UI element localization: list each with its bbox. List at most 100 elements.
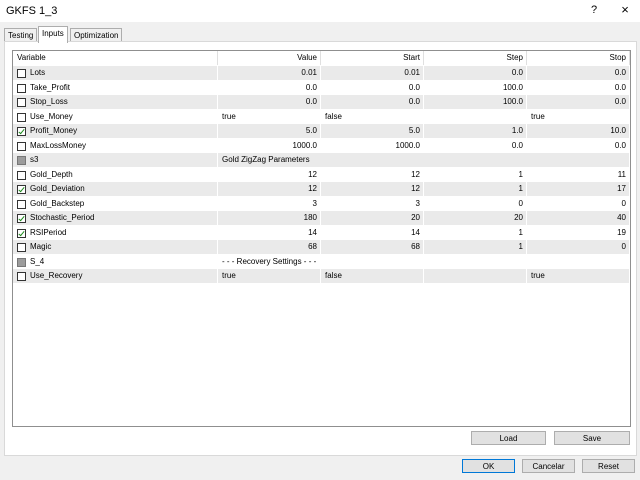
step-cell[interactable]: 100.0	[425, 80, 527, 95]
stop-cell[interactable]: 0.0	[528, 66, 630, 80]
variable-cell: Gold_Backstep	[13, 196, 218, 211]
step-cell[interactable]: 1	[425, 182, 527, 196]
start-cell[interactable]: 3	[322, 196, 424, 211]
optimize-checkbox[interactable]	[17, 214, 26, 223]
step-cell[interactable]: 0.0	[425, 66, 527, 80]
step-cell[interactable]: 1.0	[425, 124, 527, 138]
inputs-table: Variable Value Start Step Stop Lots 0.01 0…	[12, 50, 631, 427]
optimize-checkbox[interactable]	[17, 112, 26, 122]
stop-cell[interactable]: true	[528, 269, 630, 283]
start-cell[interactable]: 5.0	[322, 124, 424, 138]
start-cell[interactable]: 0.01	[322, 66, 424, 80]
start-cell[interactable]: 12	[322, 167, 424, 182]
optimize-checkbox[interactable]	[17, 170, 26, 180]
stop-cell[interactable]: true	[528, 109, 630, 124]
ok-button[interactable]: OK	[462, 459, 515, 473]
optimize-checkbox[interactable]	[17, 69, 26, 78]
stop-cell[interactable]: 19	[528, 225, 630, 240]
tab-optimization[interactable]: Optimization	[70, 28, 123, 42]
table-row[interactable]: Use_Money true false true	[13, 109, 630, 124]
table-row[interactable]: s3 Gold ZigZag Parameters	[13, 153, 630, 167]
step-cell[interactable]: 1	[425, 240, 527, 254]
optimize-checkbox[interactable]	[17, 98, 26, 107]
optimize-checkbox[interactable]	[17, 185, 26, 194]
column-header-variable[interactable]: Variable	[13, 51, 218, 65]
start-cell[interactable]: false	[322, 109, 424, 124]
step-cell[interactable]	[425, 109, 527, 124]
stop-cell[interactable]: 0.0	[528, 95, 630, 109]
table-row[interactable]: Use_Recovery true false true	[13, 269, 630, 283]
cancel-button[interactable]: Cancelar	[522, 459, 575, 473]
table-row[interactable]: Stop_Loss 0.0 0.0 100.0 0.0	[13, 95, 630, 109]
stop-cell[interactable]: 11	[528, 167, 630, 182]
load-button[interactable]: Load	[471, 431, 546, 445]
stop-cell[interactable]: 10.0	[528, 124, 630, 138]
value-cell[interactable]: 0.0	[219, 95, 321, 109]
table-row[interactable]: RSIPeriod 14 14 1 19	[13, 225, 630, 240]
table-row[interactable]: Gold_Deviation 12 12 1 17	[13, 182, 630, 196]
tab-testing[interactable]: Testing	[4, 28, 38, 42]
step-cell[interactable]: 20	[425, 211, 527, 225]
value-cell[interactable]: 180	[219, 211, 321, 225]
close-button[interactable]: ×	[618, 3, 632, 17]
optimize-checkbox[interactable]	[17, 127, 26, 136]
optimize-checkbox[interactable]	[17, 141, 26, 151]
stop-cell[interactable]: 0	[528, 196, 630, 211]
start-cell[interactable]: 0.0	[322, 95, 424, 109]
start-cell[interactable]: false	[322, 269, 424, 283]
optimize-checkbox[interactable]	[17, 272, 26, 281]
step-cell[interactable]: 1	[425, 167, 527, 182]
stop-cell[interactable]: 0	[528, 240, 630, 254]
help-button[interactable]: ?	[588, 3, 600, 17]
table-row[interactable]: Profit_Money 5.0 5.0 1.0 10.0	[13, 124, 630, 138]
column-header-start[interactable]: Start	[322, 51, 424, 65]
value-cell[interactable]: 12	[219, 167, 321, 182]
optimize-checkbox[interactable]	[17, 199, 26, 209]
step-cell[interactable]	[425, 269, 527, 283]
table-row[interactable]: S_4 - - - Recovery Settings - - -	[13, 254, 630, 269]
optimize-checkbox[interactable]	[17, 243, 26, 252]
value-cell[interactable]: 14	[219, 225, 321, 240]
value-cell[interactable]: 68	[219, 240, 321, 254]
value-cell[interactable]: 3	[219, 196, 321, 211]
table-row[interactable]: Magic 68 68 1 0	[13, 240, 630, 254]
table-row[interactable]: MaxLossMoney 1000.0 1000.0 0.0 0.0	[13, 138, 630, 153]
step-cell[interactable]: 0.0	[425, 138, 527, 153]
table-row[interactable]: Stochastic_Period 180 20 20 40	[13, 211, 630, 225]
value-cell[interactable]: 12	[219, 182, 321, 196]
column-header-step[interactable]: Step	[425, 51, 527, 65]
start-cell[interactable]: 0.0	[322, 80, 424, 95]
stop-cell[interactable]: 40	[528, 211, 630, 225]
step-cell[interactable]: 1	[425, 225, 527, 240]
table-row[interactable]: Take_Profit 0.0 0.0 100.0 0.0	[13, 80, 630, 95]
value-cell[interactable]: true	[219, 109, 321, 124]
column-header-stop[interactable]: Stop	[528, 51, 630, 65]
start-cell[interactable]: 14	[322, 225, 424, 240]
optimize-checkbox[interactable]	[17, 83, 26, 93]
tab-inputs[interactable]: Inputs	[38, 26, 68, 43]
value-cell[interactable]: 5.0	[219, 124, 321, 138]
start-cell[interactable]: 68	[322, 240, 424, 254]
stop-cell[interactable]: 17	[528, 182, 630, 196]
table-row[interactable]: Gold_Depth 12 12 1 11	[13, 167, 630, 182]
save-button[interactable]: Save	[554, 431, 630, 445]
step-cell[interactable]: 0	[425, 196, 527, 211]
value-cell[interactable]: 1000.0	[219, 138, 321, 153]
start-cell[interactable]: 1000.0	[322, 138, 424, 153]
value-cell[interactable]: 0.0	[219, 80, 321, 95]
column-header-value[interactable]: Value	[219, 51, 321, 65]
title-bar: GKFS 1_3 ? ×	[0, 0, 640, 22]
table-row[interactable]: Lots 0.01 0.01 0.0 0.0	[13, 66, 630, 80]
variable-cell: S_4	[13, 254, 218, 269]
optimize-checkbox[interactable]	[17, 228, 26, 238]
start-cell[interactable]: 12	[322, 182, 424, 196]
table-row[interactable]: Gold_Backstep 3 3 0 0	[13, 196, 630, 211]
step-cell[interactable]: 100.0	[425, 95, 527, 109]
start-cell[interactable]: 20	[322, 211, 424, 225]
reset-button[interactable]: Reset	[582, 459, 635, 473]
value-cell[interactable]: 0.01	[219, 66, 321, 80]
stop-cell[interactable]: 0.0	[528, 80, 630, 95]
variable-name: Use_Money	[30, 111, 73, 121]
value-cell[interactable]: true	[219, 269, 321, 283]
stop-cell[interactable]: 0.0	[528, 138, 630, 153]
